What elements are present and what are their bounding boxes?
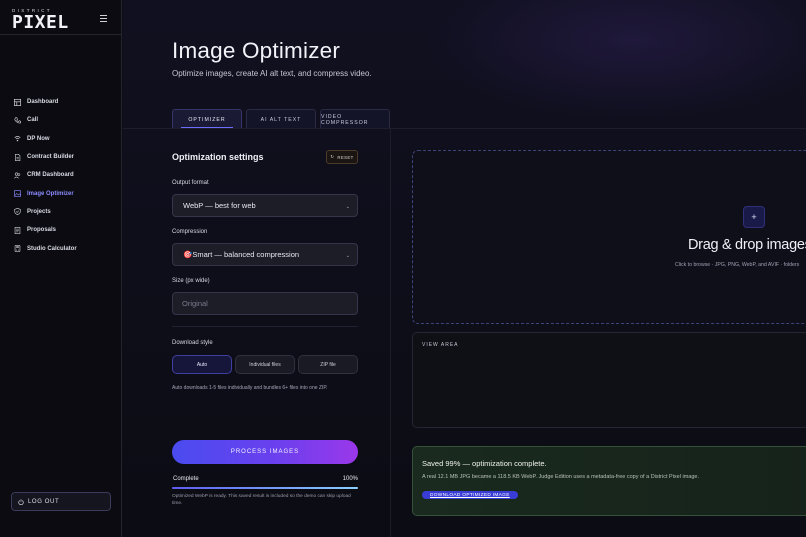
sidebar-item-label: CRM Dashboard	[27, 172, 74, 179]
chevron-down-icon: ⌄	[345, 204, 350, 210]
progress-label: Complete	[173, 476, 199, 482]
download-style-hint: Auto downloads 1-5 files individually an…	[172, 385, 328, 391]
output-format-label: Output format	[172, 180, 209, 186]
sidebar-item-label: DP Now	[27, 135, 50, 142]
document-icon	[14, 153, 21, 161]
logout-label: LOG OUT	[28, 498, 60, 505]
sidebar-divider	[0, 34, 122, 35]
progress-percent: 100%	[342, 476, 358, 482]
panel-divider	[123, 128, 806, 129]
compression-value: 🎯Smart — balanced compression	[183, 250, 300, 259]
result-text: A real 12.1 MB JPG became a 118.5 KB Web…	[422, 474, 699, 480]
sidebar-item-label: Projects	[27, 208, 51, 215]
image-dropzone[interactable]: + Drag & drop images he Click to browse …	[412, 150, 806, 324]
output-format-value: WebP — best for web	[183, 201, 256, 210]
sidebar-item-label: Image Optimizer	[27, 190, 74, 197]
settings-separator	[172, 326, 358, 327]
size-placeholder: Original	[182, 299, 208, 308]
sidebar-item-proposals[interactable]: Proposals	[14, 221, 77, 239]
page-title: Image Optimizer	[172, 38, 341, 63]
sidebar-item-call[interactable]: Call	[14, 111, 77, 129]
size-input[interactable]: Original	[172, 292, 358, 315]
sidebar-nav: Dashboard Call DP Now Contract Builder C…	[14, 93, 77, 258]
dropzone-hint: Click to browse · JPG, PNG, WebP, and AV…	[675, 262, 800, 268]
main-content: Image Optimizer Optimize images, create …	[123, 0, 806, 537]
sidebar-item-image-optimizer[interactable]: Image Optimizer	[14, 184, 77, 202]
refresh-icon: ↻	[330, 154, 335, 159]
logo-main-text: PIXEL	[12, 12, 69, 33]
sidebar-item-label: Dashboard	[27, 99, 59, 106]
users-icon	[14, 172, 21, 179]
reset-button[interactable]: ↻ RESET	[326, 150, 358, 164]
progress-bar	[172, 487, 358, 489]
settings-title: Optimization settings	[172, 152, 264, 162]
size-label: Size (px wide)	[172, 278, 210, 284]
calculator-icon	[14, 245, 21, 252]
compression-select[interactable]: 🎯Smart — balanced compression ⌄	[172, 243, 358, 266]
output-format-select[interactable]: WebP — best for web ⌄	[172, 194, 358, 217]
progress-note: Optimized WebP is ready. This saved resu…	[172, 494, 351, 506]
progress-fill	[172, 487, 358, 489]
download-style-options: Auto Individual files ZIP file	[172, 355, 361, 374]
sidebar-item-label: Studio Calculator	[27, 245, 77, 252]
view-area: VIEW AREA	[412, 332, 806, 428]
tab-ai-alt-text[interactable]: AI ALT TEXT	[246, 109, 316, 129]
sidebar: DISTRICT PIXEL Dashboard Call DP Now Con…	[0, 0, 122, 537]
download-style-label: Download style	[172, 340, 213, 346]
result-title: Saved 99% — optimization complete.	[422, 459, 547, 468]
shield-icon	[14, 208, 21, 216]
column-divider	[390, 128, 391, 537]
download-auto-button[interactable]: Auto	[172, 355, 232, 374]
tab-optimizer[interactable]: OPTIMIZER	[172, 109, 242, 129]
power-icon	[18, 498, 24, 505]
reset-label: RESET	[337, 154, 354, 160]
sidebar-item-label: Contract Builder	[27, 154, 75, 161]
sidebar-item-projects[interactable]: Projects	[14, 203, 77, 221]
tab-video-compressor[interactable]: VIDEO COMPRESSOR	[320, 109, 390, 129]
sidebar-item-studio-calculator[interactable]: Studio Calculator	[14, 239, 77, 257]
sidebar-item-contract-builder[interactable]: Contract Builder	[14, 148, 77, 166]
page-subtitle: Optimize images, create AI alt text, and…	[172, 69, 372, 78]
sidebar-item-dashboard[interactable]: Dashboard	[14, 93, 77, 111]
logout-button[interactable]: LOG OUT	[11, 492, 111, 511]
tab-bar: OPTIMIZER AI ALT TEXT VIDEO COMPRESSOR	[172, 109, 394, 129]
download-individual-button[interactable]: Individual files	[235, 355, 295, 374]
menu-icon[interactable]	[100, 15, 107, 22]
background-glow	[423, 0, 806, 120]
chevron-down-icon: ⌄	[345, 253, 350, 259]
download-zip-button[interactable]: ZIP file	[298, 355, 358, 374]
plus-icon[interactable]: +	[743, 206, 765, 228]
dashboard-icon	[14, 98, 21, 106]
compression-label: Compression	[172, 229, 208, 235]
process-images-button[interactable]: PROCESS IMAGES	[172, 440, 358, 464]
sidebar-item-label: Proposals	[27, 227, 57, 234]
download-optimized-link[interactable]: DOWNLOAD OPTIMIZED IMAGE	[422, 491, 518, 499]
document-icon	[14, 226, 21, 234]
phone-icon	[14, 117, 21, 124]
wifi-icon	[14, 135, 21, 142]
sidebar-item-label: Call	[27, 117, 39, 124]
dropzone-title: Drag & drop images he	[688, 237, 806, 253]
logo[interactable]: DISTRICT PIXEL	[12, 8, 69, 33]
image-icon	[14, 190, 21, 197]
result-panel: Saved 99% — optimization complete. A rea…	[412, 446, 806, 516]
sidebar-item-crm-dashboard[interactable]: CRM Dashboard	[14, 166, 77, 184]
sidebar-item-dp-now[interactable]: DP Now	[14, 130, 77, 148]
view-area-label: VIEW AREA	[422, 342, 459, 348]
